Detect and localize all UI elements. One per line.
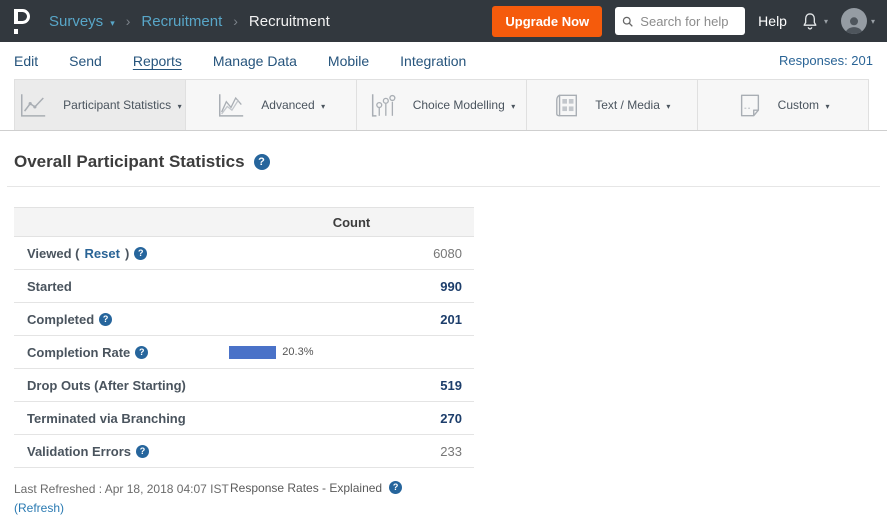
validation-errors-help-icon[interactable]: ?	[136, 445, 149, 458]
response-rates-help-icon[interactable]: ?	[389, 481, 402, 494]
count-header-cell: Count	[229, 215, 474, 230]
upgrade-now-button[interactable]: Upgrade Now	[492, 6, 602, 37]
tab-label: Advanced	[261, 98, 314, 112]
breadcrumb-surveys-menu[interactable]: Surveys ▾	[49, 13, 115, 30]
chevron-right-icon: ›	[233, 13, 238, 29]
table-header-row: Count	[14, 207, 474, 237]
refresh-link[interactable]: (Refresh)	[14, 499, 64, 518]
chevron-down-icon: ▾	[666, 102, 670, 111]
nav-item-mobile[interactable]: Mobile	[328, 53, 369, 69]
topbar-actions: Upgrade Now Help ▾ ▾	[492, 6, 875, 37]
count-value: 233	[229, 444, 474, 459]
completion-rate-help-icon[interactable]: ?	[135, 346, 148, 359]
account-menu-button[interactable]: ▾	[841, 8, 875, 34]
bubble-chart-icon	[368, 92, 398, 119]
tab-choice-modelling[interactable]: Choice Modelling ▾	[356, 79, 527, 130]
nav-item-reports[interactable]: Reports	[133, 53, 182, 69]
tab-label: Choice Modelling	[413, 98, 505, 112]
help-search-box[interactable]	[615, 7, 745, 35]
table-row-terminated: Terminated via Branching 270	[14, 402, 474, 435]
survey-nav: Edit Send Reports Manage Data Mobile Int…	[0, 42, 887, 79]
tab-label: Participant Statistics	[63, 98, 171, 112]
line-chart-icon	[18, 92, 48, 119]
table-row-started: Started 990	[14, 270, 474, 303]
questionpro-logo-icon[interactable]	[14, 9, 33, 34]
chevron-down-icon: ▾	[511, 102, 515, 111]
row-label: Terminated via Branching	[27, 411, 186, 426]
tab-advanced[interactable]: Advanced ▾	[185, 79, 356, 130]
title-divider	[7, 186, 880, 187]
tab-label: Custom	[778, 98, 819, 112]
completion-rate-bar	[229, 346, 276, 359]
search-input[interactable]	[638, 13, 738, 30]
report-tabbar: Participant Statistics ▾ Advanced ▾ Ch	[0, 79, 887, 131]
logo-stem	[14, 9, 18, 24]
help-link[interactable]: Help	[758, 13, 787, 29]
completion-rate-value: 20.3%	[282, 346, 313, 358]
title-help-icon[interactable]: ?	[254, 154, 270, 170]
viewed-help-icon[interactable]: ?	[134, 247, 147, 260]
report-content: Overall Participant Statistics ? Count V…	[0, 152, 887, 517]
count-value[interactable]: 990	[229, 279, 474, 294]
tab-label: Text / Media	[595, 98, 660, 112]
chevron-down-icon: ▾	[825, 102, 829, 111]
table-row-viewed: Viewed ( Reset ) ? 6080	[14, 237, 474, 270]
row-label: Drop Outs (After Starting)	[27, 378, 186, 393]
newspaper-icon	[554, 92, 580, 119]
completed-help-icon[interactable]: ?	[99, 313, 112, 326]
tab-custom[interactable]: Custom ▾	[697, 79, 869, 130]
chevron-down-icon: ▾	[110, 18, 115, 28]
chevron-down-icon: ▾	[178, 102, 182, 111]
search-icon	[622, 15, 633, 28]
row-label: Completion Rate	[27, 345, 130, 360]
bell-icon	[800, 11, 820, 31]
table-row-completed: Completed ? 201	[14, 303, 474, 336]
count-value[interactable]: 519	[229, 378, 474, 393]
zigzag-chart-icon	[216, 92, 246, 119]
participant-statistics-table: Count Viewed ( Reset ) ? 6080 Started 99…	[14, 207, 474, 468]
row-label-suffix: )	[125, 246, 129, 261]
chevron-down-icon: ▾	[871, 17, 875, 26]
response-rates-label: Response Rates - Explained	[230, 481, 382, 495]
table-row-completion-rate: Completion Rate ? 20.3%	[14, 336, 474, 369]
chevron-right-icon: ›	[126, 13, 131, 29]
person-icon	[843, 14, 865, 34]
breadcrumb-surveys-label: Surveys	[49, 13, 103, 30]
reset-link[interactable]: Reset	[85, 246, 120, 261]
row-label: Started	[27, 279, 72, 294]
tab-text-media[interactable]: Text / Media ▾	[526, 79, 697, 130]
row-label: Completed	[27, 312, 94, 327]
count-value: 6080	[229, 246, 474, 261]
breadcrumb-survey-link[interactable]: Recruitment	[141, 13, 222, 30]
notifications-button[interactable]: ▾	[800, 11, 828, 31]
table-row-drop-outs: Drop Outs (After Starting) 519	[14, 369, 474, 402]
nav-item-send[interactable]: Send	[69, 53, 102, 69]
responses-count[interactable]: Responses: 201	[779, 53, 873, 68]
nav-item-integration[interactable]: Integration	[400, 53, 466, 69]
row-label: Viewed (	[27, 246, 80, 261]
breadcrumb: Surveys ▾ › Recruitment › Recruitment	[49, 13, 330, 30]
row-label: Validation Errors	[27, 444, 131, 459]
breadcrumb-current: Recruitment	[249, 13, 330, 30]
tab-participant-statistics[interactable]: Participant Statistics ▾	[14, 79, 185, 130]
top-header: Surveys ▾ › Recruitment › Recruitment Upg…	[0, 0, 887, 42]
dashed-page-icon	[737, 92, 763, 119]
logo-dot	[14, 29, 18, 34]
nav-item-manage-data[interactable]: Manage Data	[213, 53, 297, 69]
nav-item-edit[interactable]: Edit	[14, 53, 38, 69]
page-title: Overall Participant Statistics	[14, 152, 245, 172]
count-value[interactable]: 201	[229, 312, 474, 327]
avatar	[841, 8, 867, 34]
table-row-validation-errors: Validation Errors ? 233	[14, 435, 474, 468]
last-refreshed-text: Last Refreshed : Apr 18, 2018 04:07 IST	[14, 482, 229, 496]
chevron-down-icon: ▾	[321, 102, 325, 111]
count-value[interactable]: 270	[229, 411, 474, 426]
table-footer: Last Refreshed : Apr 18, 2018 04:07 IST …	[14, 480, 873, 517]
chevron-down-icon: ▾	[824, 17, 828, 26]
